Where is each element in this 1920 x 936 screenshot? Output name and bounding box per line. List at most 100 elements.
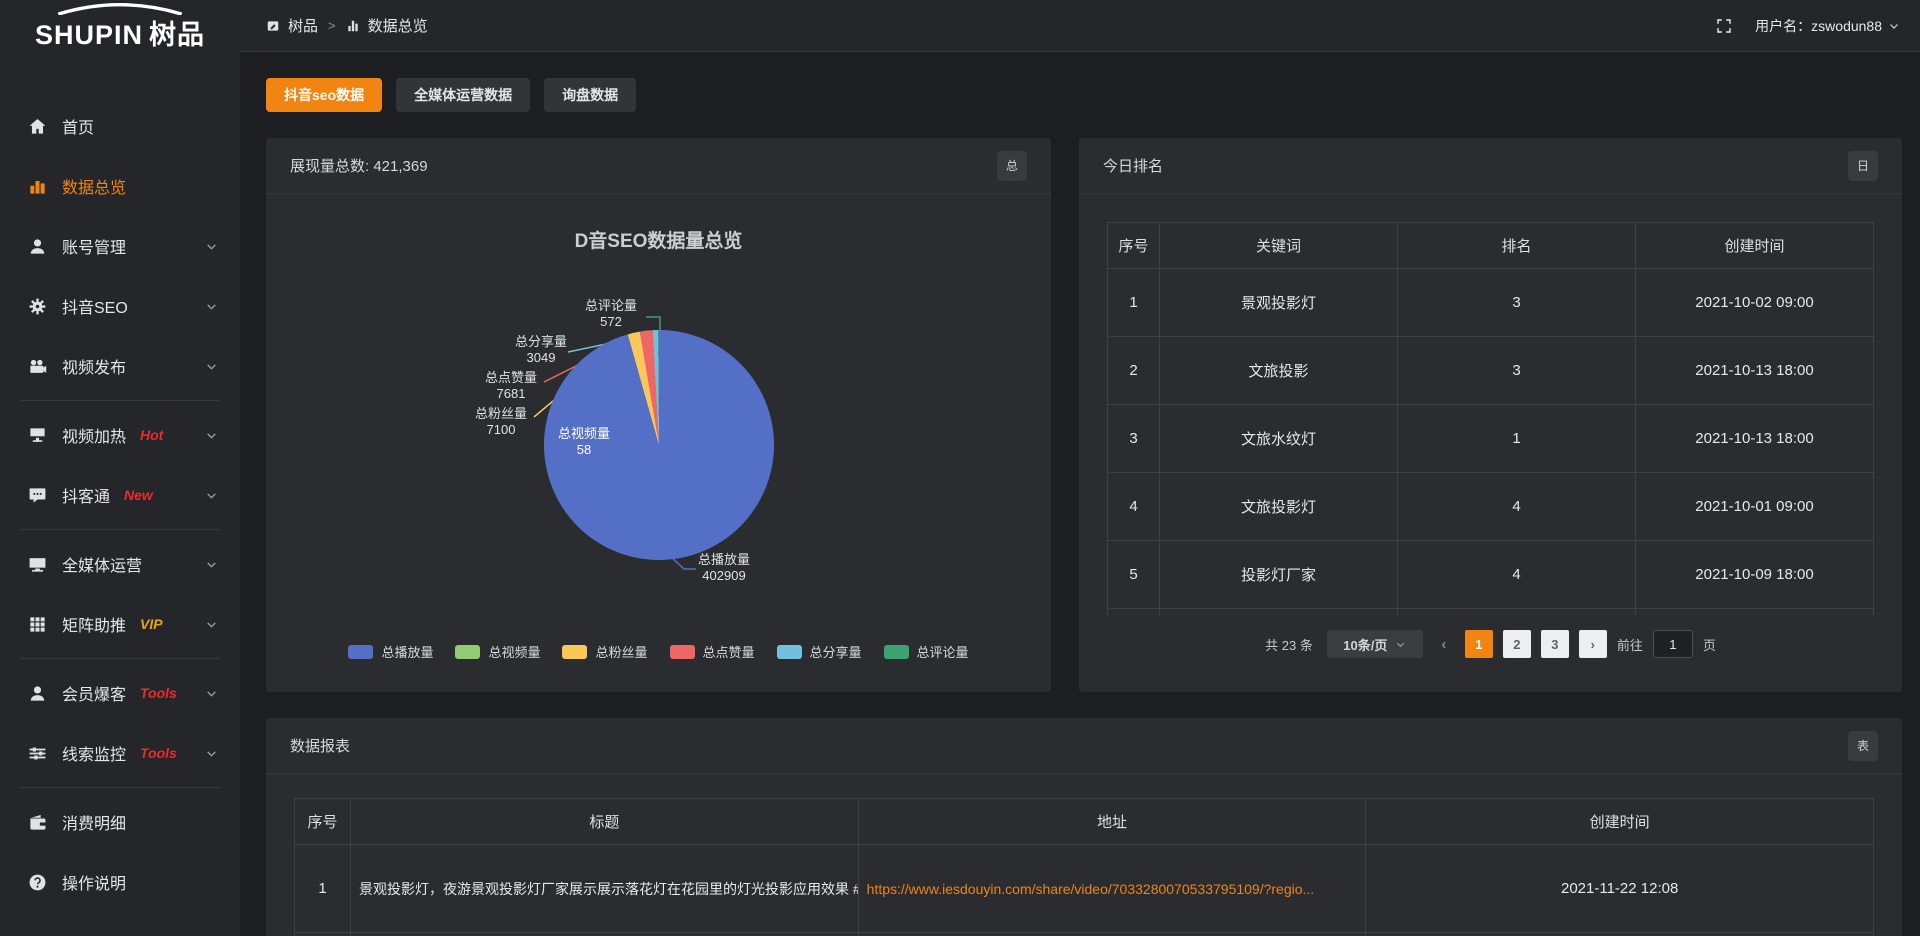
col-header-created: 创建时间 — [1636, 223, 1874, 269]
top-header: SHUPIN树品 树品 > 数据总览 用户名： — [0, 0, 1920, 52]
impressions-total: 展现量总数: 421,369 — [290, 155, 428, 176]
chevron-down-icon — [205, 747, 218, 760]
legend-item-shares[interactable]: 总分享量 — [777, 642, 862, 661]
user-menu[interactable]: 用户名：zswodun88 — [1755, 16, 1900, 36]
legend-item-videos[interactable]: 总视频量 — [455, 642, 540, 661]
breadcrumb-root-icon — [266, 19, 280, 33]
tab-douyin-seo-data[interactable]: 抖音seo数据 — [266, 78, 382, 112]
cell-seq: 2 — [1108, 337, 1160, 405]
hot-badge: Hot — [140, 427, 163, 443]
logo-text-cn: 树品 — [149, 20, 205, 50]
legend-item-comments[interactable]: 总评论量 — [884, 642, 969, 661]
sidebar-item-doketong[interactable]: 抖客通 New — [0, 465, 240, 525]
cell-keyword: 投影灯厂家 — [1160, 541, 1398, 609]
sidebar-item-data-overview[interactable]: 数据总览 — [0, 156, 240, 216]
legend-label: 总播放量 — [381, 642, 433, 661]
fullscreen-icon[interactable] — [1715, 17, 1733, 35]
sidebar-item-member-tools[interactable]: 会员爆客 Tools — [0, 663, 240, 723]
sidebar-item-account[interactable]: 账号管理 — [0, 216, 240, 276]
chevron-down-icon — [205, 618, 218, 631]
main-content: 抖音seo数据 全媒体运营数据 询盘数据 展现量总数: 421,369 总 D音… — [240, 52, 1920, 936]
app-window: SHUPIN树品 树品 > 数据总览 用户名： — [0, 0, 1920, 936]
page-size-select[interactable]: 10条/页 — [1327, 630, 1423, 658]
table-row: 1 景观投影灯，夜游景观投影灯厂家展示展示落花灯在花园里的灯光投影应用效果 # … — [295, 845, 1874, 933]
sidebar-item-matrix-boost[interactable]: 矩阵助推 VIP — [0, 594, 240, 654]
tools-badge: Tools — [140, 745, 177, 761]
next-page-button[interactable]: › — [1579, 630, 1607, 658]
cell-rank: 4 — [1398, 541, 1636, 609]
legend-item-likes[interactable]: 总点赞量 — [670, 642, 755, 661]
goto-suffix: 页 — [1703, 635, 1716, 654]
page-button-3[interactable]: 3 — [1541, 630, 1569, 658]
breadcrumb-separator: > — [328, 18, 336, 33]
legend-item-plays[interactable]: 总播放量 — [348, 642, 433, 661]
chat-bubble-icon — [28, 486, 47, 505]
sidebar-item-clue-monitor[interactable]: 线索监控 Tools — [0, 723, 240, 783]
col-header-seq: 序号 — [1108, 223, 1160, 269]
new-badge: New — [124, 487, 153, 503]
legend-swatch — [884, 645, 909, 659]
sidebar-item-label: 抖音SEO — [62, 294, 128, 318]
pie-label-name: 总播放量 — [698, 552, 750, 568]
cell-created: 2021-10-13 18:00 — [1636, 405, 1874, 473]
table-row: 4 文旅投影灯 4 2021-10-01 09:00 — [1108, 473, 1874, 541]
pagination-total: 共 23 条 — [1265, 635, 1313, 654]
sidebar-item-label: 账号管理 — [62, 234, 126, 258]
sidebar-item-video-heat[interactable]: 视频加热 Hot — [0, 405, 240, 465]
page-button-2[interactable]: 2 — [1503, 630, 1531, 658]
table-row: 5 投影灯厂家 4 2021-10-09 18:00 — [1108, 541, 1874, 609]
sidebar-item-help[interactable]: 操作说明 — [0, 852, 240, 912]
cell-created: 2021-11-22 12:08 — [1366, 845, 1874, 933]
cell-seq: 1 — [295, 845, 351, 933]
sidebar-item-label: 首页 — [62, 114, 94, 138]
total-toggle-button[interactable]: 总 — [997, 151, 1027, 181]
ranking-panel-header: 今日排名 日 — [1079, 138, 1902, 194]
cell-keyword: 景观投影灯 — [1160, 269, 1398, 337]
ranking-table: 序号 关键词 排名 创建时间 1 景观投影灯 3 2021-10-02 09:0 — [1107, 222, 1874, 616]
video-link[interactable]: https://www.iesdouyin.com/share/video/70… — [867, 881, 1315, 897]
legend-label: 总评论量 — [917, 642, 969, 661]
pie-label-likes: 总点赞量 7681 — [471, 370, 551, 402]
sidebar-item-douyin-seo[interactable]: 抖音SEO — [0, 276, 240, 336]
table-header-row: 序号 关键词 排名 创建时间 — [1108, 223, 1874, 269]
gear-icon — [28, 297, 47, 316]
page-button-1[interactable]: 1 — [1465, 630, 1493, 658]
breadcrumb-current-icon — [346, 19, 360, 33]
table-header-row: 序号 标题 地址 创建时间 — [295, 799, 1874, 845]
sidebar-item-label: 操作说明 — [62, 870, 126, 894]
report-body: 序号 标题 地址 创建时间 1 景观投影灯，夜游景观投影灯厂家展示展示落花灯在花… — [266, 774, 1902, 936]
sidebar-item-home[interactable]: 首页 — [0, 96, 240, 156]
tab-media-ops-data[interactable]: 全媒体运营数据 — [396, 78, 530, 112]
chevron-down-icon — [205, 558, 218, 571]
pie-label-value: 3049 — [527, 350, 556, 366]
member-icon — [28, 684, 47, 703]
display-heat-icon — [28, 426, 47, 445]
wallet-icon — [28, 813, 47, 832]
pie-label-plays: 总播放量 402909 — [684, 552, 764, 584]
overview-panel-header: 展现量总数: 421,369 总 — [266, 138, 1051, 194]
pie-label-value: 7681 — [497, 386, 526, 402]
pie-label-name: 总分享量 — [515, 334, 567, 350]
sidebar-item-consume-detail[interactable]: 消费明细 — [0, 792, 240, 852]
sidebar-item-video-publish[interactable]: 视频发布 — [0, 336, 240, 396]
table-toggle-button[interactable]: 表 — [1848, 731, 1878, 761]
pie-label-value: 7100 — [487, 422, 516, 438]
prev-page-button[interactable]: ‹ — [1433, 630, 1455, 658]
legend-swatch — [777, 645, 802, 659]
pie-label-name: 总粉丝量 — [475, 406, 527, 422]
sidebar-divider — [20, 787, 220, 788]
tab-inquiry-data[interactable]: 询盘数据 — [544, 78, 636, 112]
cell-rank: 3 — [1398, 269, 1636, 337]
breadcrumb-root[interactable]: 树品 — [288, 15, 318, 36]
sidebar-item-media-ops[interactable]: 全媒体运营 — [0, 534, 240, 594]
legend-item-fans[interactable]: 总粉丝量 — [562, 642, 647, 661]
sidebar-item-label: 会员爆客 — [62, 681, 126, 705]
breadcrumb-current[interactable]: 数据总览 — [368, 15, 428, 36]
day-toggle-button[interactable]: 日 — [1848, 151, 1878, 181]
goto-page-input[interactable] — [1653, 630, 1693, 658]
vip-badge: VIP — [140, 616, 163, 632]
header-right: 用户名：zswodun88 — [1715, 16, 1900, 36]
sliders-icon — [28, 744, 47, 763]
legend-label: 总点赞量 — [703, 642, 755, 661]
ranking-body: 序号 关键词 排名 创建时间 1 景观投影灯 3 2021-10-02 09:0 — [1079, 194, 1902, 658]
